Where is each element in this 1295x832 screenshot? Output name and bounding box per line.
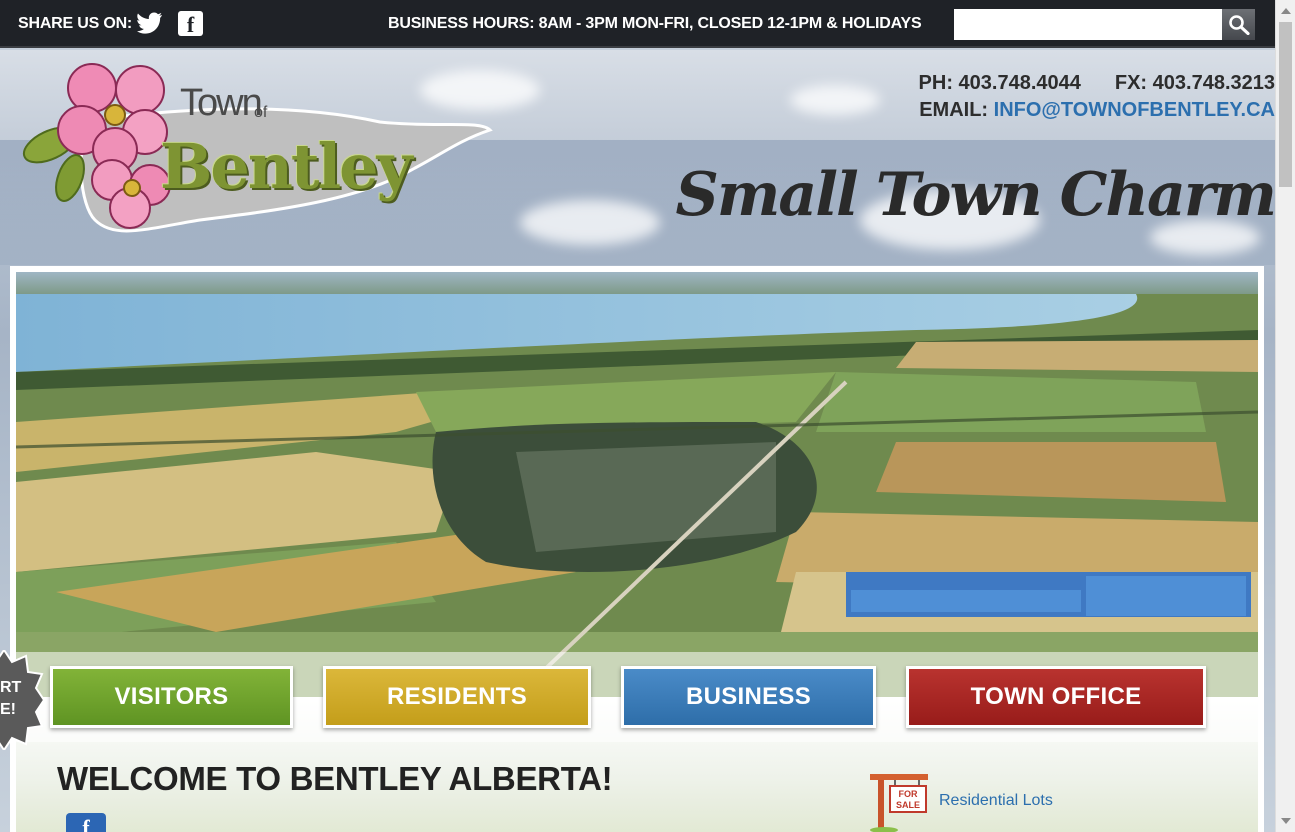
logo-town-text: Town — [180, 82, 263, 124]
fax-number: FX: 403.748.3213 — [1114, 72, 1275, 94]
share-label: SHARE US ON: — [18, 15, 133, 32]
logo-of-text: of — [254, 104, 268, 121]
facebook-icon[interactable]: f — [178, 11, 203, 37]
phone-number: PH: 403.748.4044 — [918, 72, 1081, 94]
top-bar: SHARE US ON: f BUSINESS HOURS: 8AM - 3PM… — [0, 0, 1275, 48]
welcome-heading: WELCOME TO BENTLEY ALBERTA! — [57, 760, 613, 797]
nav-visitors-button[interactable]: VISITORS — [50, 666, 293, 728]
twitter-icon[interactable] — [137, 12, 163, 34]
contact-email: EMAIL: INFO@TOWNOFBENTLEY.CA — [919, 99, 1275, 122]
badge-line-2: E! — [0, 701, 16, 718]
scroll-down-arrow-icon[interactable] — [1281, 818, 1291, 824]
wild-rose-icon — [57, 63, 171, 229]
badge-text: RT E! — [0, 677, 21, 721]
cloud-decoration — [520, 200, 660, 245]
contact-phone-fax: PH: 403.748.4044 FX: 403.748.3213 — [919, 72, 1275, 95]
nav-town-office-button[interactable]: TOWN OFFICE — [906, 666, 1206, 728]
svg-text:FOR: FOR — [899, 789, 918, 799]
tagline: Small Town Charm — [675, 160, 1277, 230]
badge-line-1: RT — [0, 679, 22, 696]
search-icon — [1229, 15, 1250, 35]
search-button[interactable] — [1222, 9, 1255, 40]
for-sale-sign-icon[interactable]: FOR SALE — [866, 770, 932, 832]
nav-business-button[interactable]: BUSINESS — [621, 666, 876, 728]
business-hours: BUSINESS HOURS: 8AM - 3PM MON-FRI, CLOSE… — [388, 15, 922, 32]
svg-text:SALE: SALE — [896, 800, 920, 810]
scroll-up-arrow-icon[interactable] — [1281, 8, 1291, 14]
vertical-scrollbar[interactable] — [1275, 0, 1295, 832]
facebook-icon[interactable]: f — [66, 813, 106, 832]
search-input[interactable] — [954, 9, 1222, 40]
hero-aerial-photo — [16, 272, 1258, 697]
logo-bentley-text: Bentley — [160, 130, 413, 203]
cloud-decoration — [790, 85, 880, 115]
scroll-thumb[interactable] — [1279, 22, 1292, 187]
email-link[interactable]: INFO@TOWNOFBENTLEY.CA — [994, 99, 1275, 121]
residential-lots-link[interactable]: Residential Lots — [939, 792, 1053, 810]
nav-residents-button[interactable]: RESIDENTS — [323, 666, 591, 728]
email-label: EMAIL: — [919, 99, 989, 121]
